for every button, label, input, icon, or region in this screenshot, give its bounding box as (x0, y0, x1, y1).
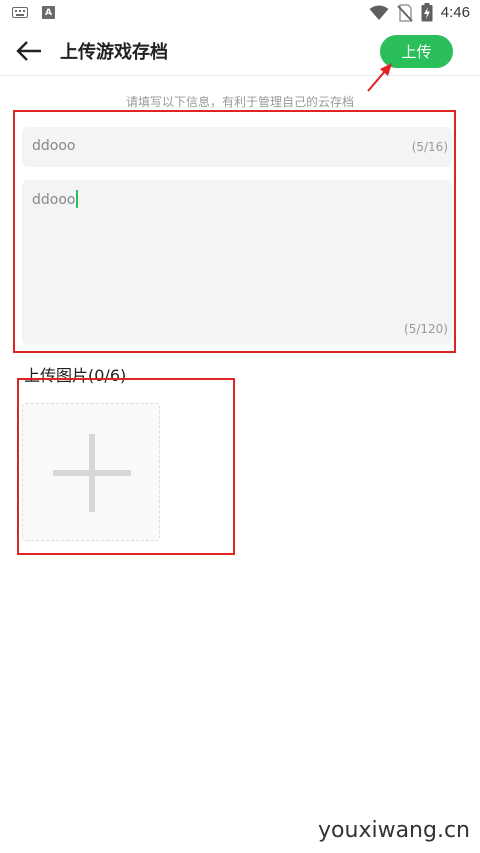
page-title: 上传游戏存档 (60, 42, 168, 63)
title-char-count: (5/16) (411, 140, 448, 154)
plus-icon (53, 434, 131, 512)
a-icon: A (42, 6, 55, 19)
title-input[interactable]: ddooo (5/16) (22, 127, 452, 167)
title-input-value: ddooo (32, 138, 76, 154)
status-bar: A 4:46 (0, 0, 480, 26)
no-sim-icon (397, 3, 413, 22)
keyboard-icon (12, 7, 28, 18)
watermark: youxiwang.cn (318, 818, 470, 843)
arrow-left-icon[interactable] (14, 38, 44, 64)
add-image-button[interactable] (22, 403, 160, 541)
annotation-arrow (367, 63, 392, 92)
text-cursor (76, 190, 79, 208)
description-value: ddooo (32, 192, 76, 208)
battery-charging-icon (421, 3, 433, 22)
description-char-count: (5/120) (404, 322, 448, 336)
description-textarea[interactable]: ddooo (5/120) (22, 180, 452, 345)
app-header: 上传游戏存档 上传 (0, 26, 480, 76)
form-hint: 请填写以下信息，有利于管理自己的云存档 (125, 95, 354, 109)
wifi-icon (369, 5, 389, 20)
status-time: 4:46 (440, 4, 470, 21)
